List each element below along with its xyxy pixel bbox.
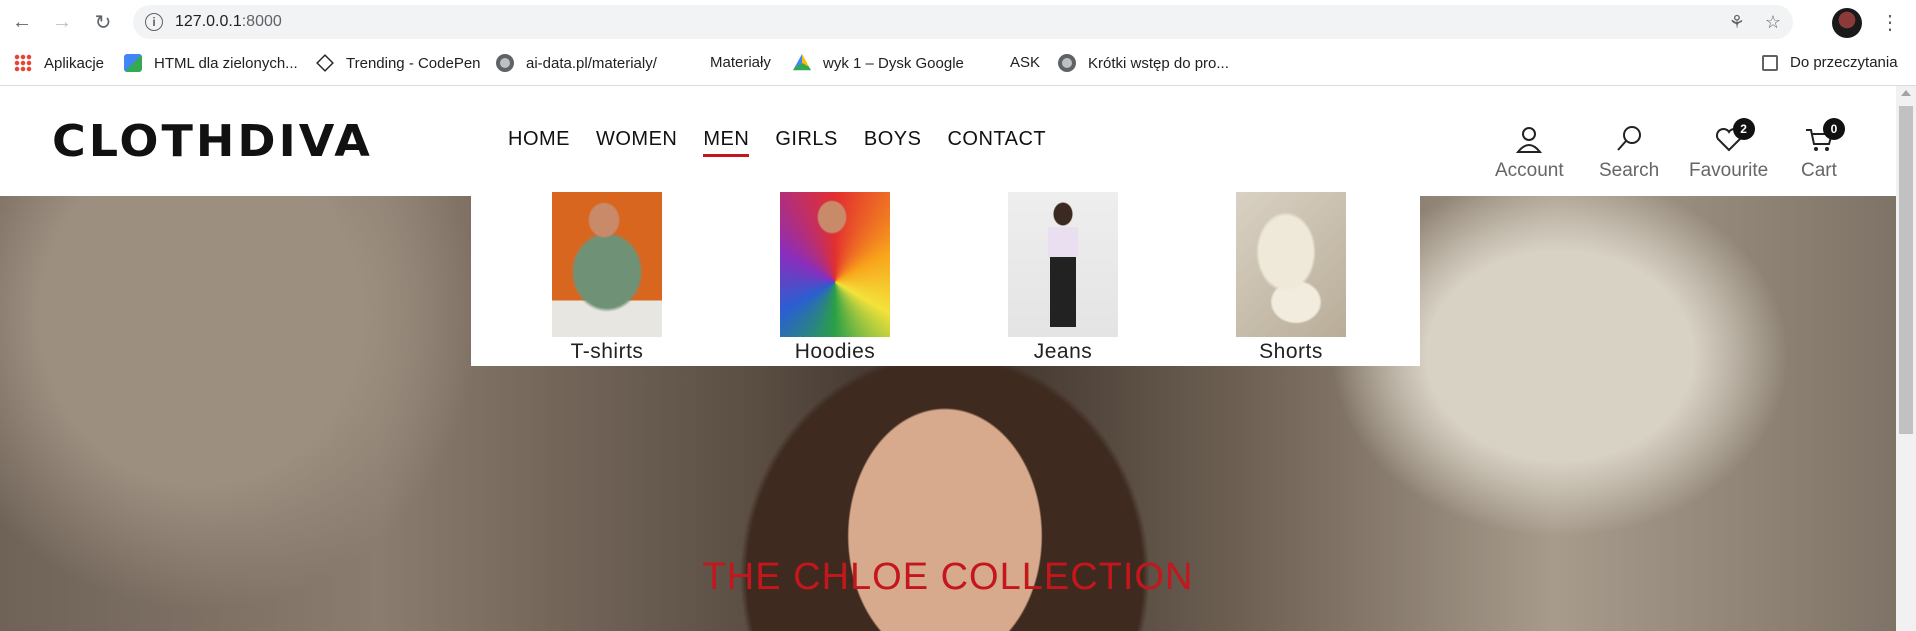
- favourite-count-badge: 2: [1732, 118, 1755, 140]
- hoodies-image: [780, 192, 890, 337]
- web-page: THE CHLOE COLLECTION CLOTHDIVA HOME WOME…: [0, 86, 1896, 631]
- page-scrollbar[interactable]: [1896, 86, 1916, 631]
- search-label: Search: [1599, 160, 1660, 181]
- cart-label: Cart: [1801, 160, 1837, 181]
- heart-icon: 2: [1713, 118, 1755, 154]
- category-label: Jeans: [1033, 340, 1093, 363]
- nav-boys[interactable]: BOYS: [864, 128, 922, 157]
- drive-icon: [793, 54, 811, 71]
- search-icon: [1613, 124, 1645, 154]
- bookmark-item[interactable]: wyk 1 – Dysk Google: [793, 54, 964, 72]
- bookmark-star-icon[interactable]: ☆: [1765, 12, 1781, 33]
- favourite-link[interactable]: 2 Favourite: [1689, 118, 1769, 182]
- apps-grid-icon: [14, 54, 32, 72]
- shorts-image: [1236, 192, 1346, 337]
- back-arrow-icon[interactable]: ←: [8, 8, 36, 36]
- site-header: CLOTHDIVA HOME WOMEN MEN GIRLS BOYS CONT…: [0, 86, 1896, 196]
- category-label: T-shirts: [570, 340, 644, 363]
- site-logo[interactable]: CLOTHDIVA: [52, 115, 373, 166]
- nav-home[interactable]: HOME: [508, 128, 570, 157]
- bookmark-apps[interactable]: Aplikacje: [14, 54, 104, 72]
- reading-list-icon: [1762, 54, 1778, 71]
- nav-contact[interactable]: CONTACT: [947, 128, 1046, 157]
- nav-women[interactable]: WOMEN: [596, 128, 677, 157]
- bookmark-item[interactable]: HTML dla zielonych...: [124, 54, 298, 72]
- bookmark-item[interactable]: ai-data.pl/materialy/: [496, 54, 657, 72]
- bookmark-item[interactable]: Trending - CodePen: [316, 54, 481, 72]
- jeans-image: [1008, 192, 1118, 337]
- scroll-up-arrow-icon[interactable]: [1901, 90, 1911, 96]
- bookmark-item[interactable]: Materiały: [710, 54, 771, 71]
- category-shorts[interactable]: Shorts: [1236, 192, 1346, 364]
- profile-avatar[interactable]: [1832, 8, 1862, 38]
- reload-icon[interactable]: ↻: [89, 8, 117, 36]
- category-jeans[interactable]: Jeans: [1008, 192, 1118, 364]
- category-hoodies[interactable]: Hoodies: [780, 192, 890, 364]
- globe-icon: [1058, 54, 1076, 72]
- browser-menu-icon[interactable]: ⋮: [1880, 10, 1900, 35]
- site-info-icon[interactable]: i: [145, 13, 163, 31]
- category-tshirts[interactable]: T-shirts: [552, 192, 662, 364]
- nav-men[interactable]: MEN: [703, 128, 750, 157]
- reading-list[interactable]: Do przeczytania: [1762, 54, 1898, 71]
- bookmark-item[interactable]: Krótki wstęp do pro...: [1058, 54, 1229, 72]
- favourite-label: Favourite: [1689, 160, 1769, 181]
- account-label: Account: [1495, 160, 1564, 181]
- address-bar[interactable]: i 127.0.0.1:8000 ⚘ ☆: [133, 5, 1793, 39]
- codepen-icon: [316, 54, 334, 72]
- browser-toolbar: ← → ↻ i 127.0.0.1:8000 ⚘ ☆ ⋮: [0, 0, 1916, 44]
- main-nav: HOME WOMEN MEN GIRLS BOYS CONTACT: [508, 128, 1072, 157]
- men-mega-menu: T-shirts Hoodies Jeans Shorts: [471, 192, 1420, 366]
- bookmark-favicon-icon: [124, 54, 142, 72]
- globe-icon: [496, 54, 514, 72]
- forward-arrow-icon[interactable]: →: [48, 8, 76, 36]
- translate-icon[interactable]: ⚘: [1729, 12, 1745, 33]
- category-label: Hoodies: [794, 340, 876, 363]
- cart-icon: 0: [1803, 118, 1845, 154]
- user-icon: [1513, 124, 1545, 154]
- tshirts-image: [552, 192, 662, 337]
- account-link[interactable]: Account: [1495, 124, 1564, 182]
- scrollbar-thumb[interactable]: [1899, 106, 1913, 434]
- search-link[interactable]: Search: [1599, 124, 1659, 182]
- bookmarks-bar: Aplikacje HTML dla zielonych... Trending…: [0, 44, 1916, 86]
- bookmark-item[interactable]: ASK: [1010, 54, 1040, 71]
- category-label: Shorts: [1259, 340, 1323, 363]
- cart-count-badge: 0: [1822, 118, 1845, 140]
- hero-title: THE CHLOE COLLECTION: [702, 556, 1194, 598]
- cart-link[interactable]: 0 Cart: [1801, 118, 1845, 182]
- nav-girls[interactable]: GIRLS: [775, 128, 838, 157]
- url-text: 127.0.0.1:8000: [175, 13, 282, 30]
